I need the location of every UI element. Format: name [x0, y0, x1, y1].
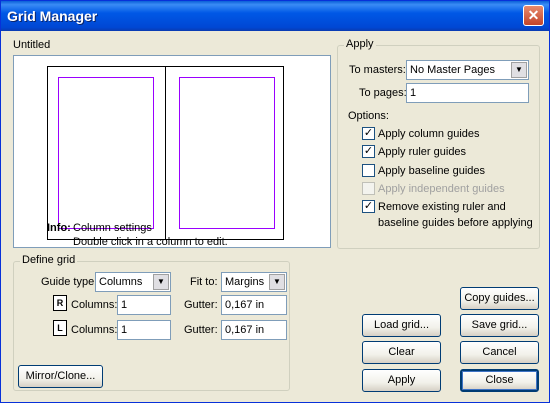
- right-columns-input[interactable]: [117, 295, 171, 315]
- window-title: Grid Manager: [7, 8, 98, 24]
- to-masters-select[interactable]: No Master Pages ▼: [406, 60, 529, 80]
- remove-existing-guides-label[interactable]: Remove existing ruler and: [378, 201, 506, 213]
- info-label: Info:: [47, 222, 71, 234]
- apply-ruler-guides-checkbox[interactable]: ✓: [362, 145, 375, 158]
- copy-guides-button[interactable]: Copy guides...: [460, 287, 539, 310]
- apply-independent-guides-label: Apply independent guides: [378, 183, 505, 195]
- define-grid-label: Define grid: [20, 254, 78, 266]
- left-gutter-label: Gutter:: [184, 324, 218, 336]
- load-grid-button[interactable]: Load grid...: [362, 314, 441, 337]
- left-page-icon: L: [53, 320, 67, 336]
- left-columns-label: Columns:: [71, 324, 118, 336]
- apply-column-guides-checkbox[interactable]: ✓: [362, 127, 375, 140]
- save-grid-button[interactable]: Save grid...: [460, 314, 539, 337]
- remove-existing-guides-label-2[interactable]: baseline guides before applying: [378, 217, 533, 229]
- close-window-button[interactable]: ✕: [523, 5, 544, 26]
- right-gutter-input[interactable]: [221, 295, 287, 315]
- close-button[interactable]: Close: [460, 369, 539, 392]
- document-name: Untitled: [13, 39, 51, 51]
- fit-to-label: Fit to:: [190, 276, 218, 288]
- right-page-icon: R: [53, 295, 67, 311]
- left-columns-input[interactable]: [117, 320, 171, 340]
- to-pages-label: To pages:: [359, 87, 407, 99]
- grid-preview[interactable]: Info: Column settings Double click in a …: [13, 55, 331, 248]
- options-label: Options:: [348, 110, 389, 122]
- mirror-clone-button[interactable]: Mirror/Clone...: [18, 365, 103, 388]
- right-page-column[interactable]: [179, 77, 275, 229]
- apply-column-guides-label[interactable]: Apply column guides: [378, 128, 480, 140]
- fit-to-select[interactable]: Margins ▼: [221, 272, 287, 292]
- remove-existing-guides-checkbox[interactable]: ✓: [362, 200, 375, 213]
- chevron-down-icon[interactable]: ▼: [269, 274, 285, 290]
- right-gutter-label: Gutter:: [184, 299, 218, 311]
- apply-button[interactable]: Apply: [362, 369, 441, 392]
- info-hint: Double click in a column to edit.: [73, 236, 228, 248]
- apply-independent-guides-checkbox: [362, 182, 375, 195]
- clear-button[interactable]: Clear: [362, 341, 441, 364]
- to-masters-label: To masters:: [349, 64, 406, 76]
- left-page-column[interactable]: [58, 77, 154, 229]
- apply-baseline-guides-label[interactable]: Apply baseline guides: [378, 165, 485, 177]
- guide-type-value: Columns: [99, 276, 143, 288]
- to-masters-value: No Master Pages: [410, 64, 495, 76]
- guide-type-select[interactable]: Columns ▼: [95, 272, 171, 292]
- cancel-button[interactable]: Cancel: [460, 341, 539, 364]
- title-bar[interactable]: Grid Manager ✕: [1, 1, 549, 31]
- left-gutter-input[interactable]: [221, 320, 287, 340]
- apply-group-label: Apply: [344, 38, 376, 50]
- chevron-down-icon[interactable]: ▼: [153, 274, 169, 290]
- to-pages-input[interactable]: [406, 83, 529, 103]
- chevron-down-icon[interactable]: ▼: [511, 62, 527, 78]
- info-text: Column settings: [73, 222, 152, 234]
- right-columns-label: Columns:: [71, 299, 118, 311]
- spread-fold: [165, 66, 166, 240]
- fit-to-value: Margins: [225, 276, 265, 288]
- apply-ruler-guides-label[interactable]: Apply ruler guides: [378, 146, 466, 158]
- grid-manager-dialog: Grid Manager ✕ Untitled Info: Column set…: [0, 0, 550, 403]
- apply-baseline-guides-checkbox[interactable]: [362, 164, 375, 177]
- guide-type-label: Guide type:: [41, 276, 98, 288]
